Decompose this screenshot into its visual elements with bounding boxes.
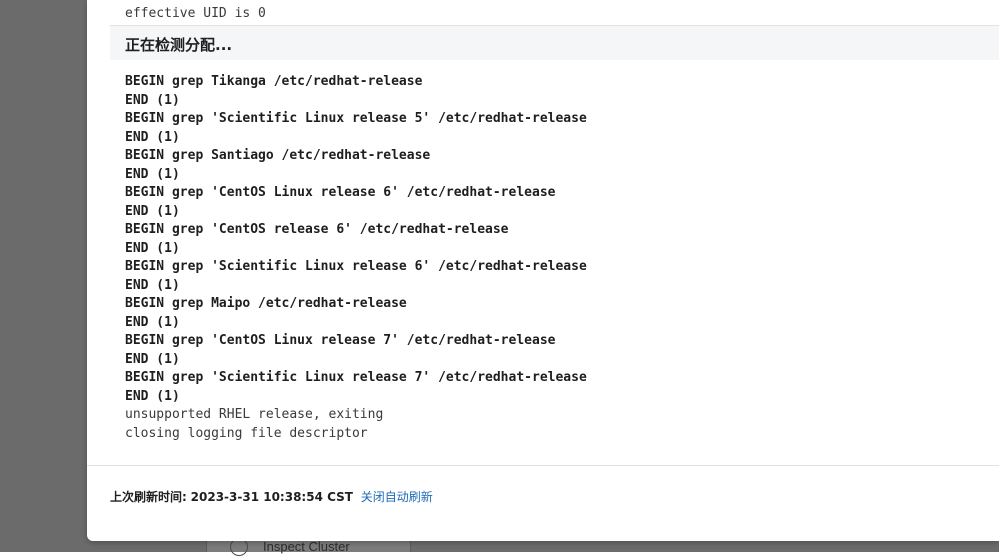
- log-line: BEGIN grep Santiago /etc/redhat-release: [125, 148, 431, 163]
- log-line: END (1): [125, 314, 180, 330]
- log-line: BEGIN grep 'Scientific Linux release 6' …: [125, 259, 587, 274]
- log-line: END (1): [125, 203, 180, 219]
- log-line: END (1): [125, 92, 180, 108]
- log-line: BEGIN grep 'Scientific Linux release 5' …: [125, 111, 587, 126]
- disable-auto-refresh-link[interactable]: 关闭自动刷新: [361, 490, 433, 504]
- log-line: END (1): [125, 166, 180, 182]
- section-title: 正在检测分配...: [125, 36, 233, 54]
- last-refresh-label: 上次刷新时间:: [110, 490, 187, 504]
- log-line: BEGIN grep Tikanga /etc/redhat-release: [125, 74, 423, 89]
- log-line: END (1): [125, 129, 180, 145]
- log-output: BEGIN grep Tikanga /etc/redhat-release EN…: [125, 73, 587, 443]
- log-previous-line: effective UID is 0: [125, 6, 266, 21]
- log-line: BEGIN grep Maipo /etc/redhat-release: [125, 296, 407, 311]
- log-line: BEGIN grep 'Scientific Linux release 7' …: [125, 370, 587, 385]
- last-refresh-time: 2023-3-31 10:38:54 CST: [190, 490, 353, 504]
- log-line: BEGIN grep 'CentOS Linux release 6' /etc…: [125, 185, 556, 200]
- refresh-footer: 上次刷新时间: 2023-3-31 10:38:54 CST 关闭自动刷新: [110, 488, 433, 505]
- section-header: 正在检测分配...: [110, 25, 999, 60]
- log-line: END (1): [125, 388, 180, 404]
- log-line: END (1): [125, 277, 180, 293]
- log-line: BEGIN grep 'CentOS release 6' /etc/redha…: [125, 222, 509, 237]
- log-line: unsupported RHEL release, exiting: [125, 407, 384, 422]
- log-line: closing logging file descriptor: [125, 425, 368, 441]
- log-line: BEGIN grep 'CentOS Linux release 7' /etc…: [125, 333, 556, 348]
- log-line: END (1): [125, 351, 180, 367]
- log-dialog: effective UID is 0 正在检测分配... BEGIN grep …: [87, 0, 999, 541]
- footer-divider: [87, 465, 999, 466]
- backdrop-left-strip: [0, 0, 87, 552]
- log-line: END (1): [125, 240, 180, 256]
